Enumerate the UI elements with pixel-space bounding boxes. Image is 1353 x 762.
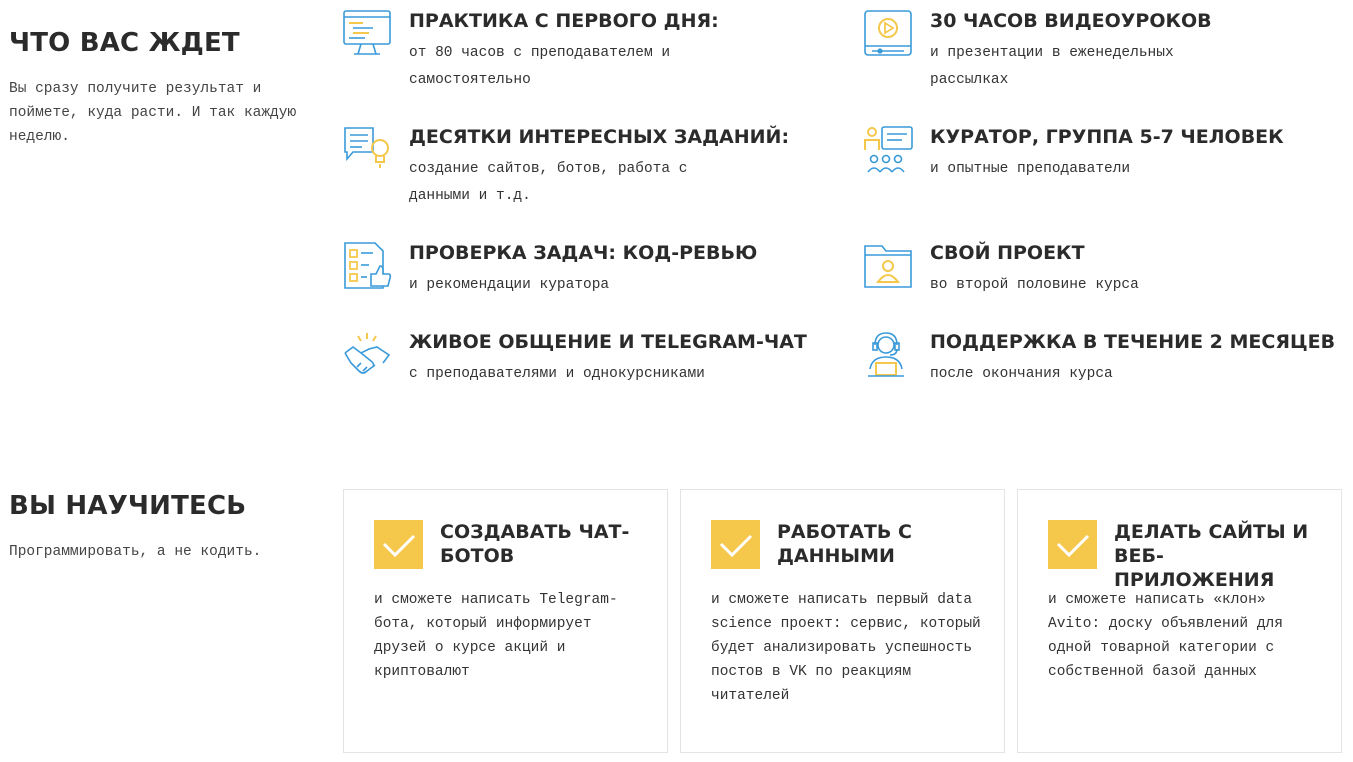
- feature-title: ПРАКТИКА С ПЕРВОГО ДНЯ:: [409, 10, 719, 32]
- feature-desc: создание сайтов, ботов, работа с данными…: [409, 161, 688, 204]
- check-icon: [1048, 520, 1097, 569]
- feature-desc: с преподавателями и однокурсниками: [409, 366, 705, 382]
- skill-card-desc: и сможете написать Telegram-бота, которы…: [374, 592, 618, 680]
- feature-title: ЖИВОЕ ОБЩЕНИЕ И TELEGRAM-ЧАТ: [409, 331, 807, 353]
- section-subtitle-you-will-learn: Программировать, а не кодить.: [9, 544, 262, 560]
- skill-card-data: РАБОТАТЬ С ДАННЫМИ и сможете написать пе…: [680, 489, 1005, 753]
- skill-card-websites: ДЕЛАТЬ САЙТЫ И ВЕБ-ПРИЛОЖЕНИЯ и сможете …: [1017, 489, 1342, 753]
- section-title-you-will-learn: ВЫ НАУЧИТЕСЬ: [9, 491, 247, 521]
- feature-title: ДЕСЯТКИ ИНТЕРЕСНЫХ ЗАДАНИЙ:: [409, 126, 790, 148]
- skill-card-chatbots: СОЗДАВАТЬ ЧАТ-БОТОВ и сможете написать T…: [343, 489, 668, 753]
- monitor-code-icon: [343, 10, 395, 62]
- skill-card-desc: и сможете написать «клон» Avito: доску о…: [1048, 592, 1283, 680]
- check-icon: [711, 520, 760, 569]
- feature-title: 30 ЧАСОВ ВИДЕОУРОКОВ: [930, 10, 1212, 32]
- video-player-icon: [864, 10, 916, 62]
- check-icon: [374, 520, 423, 569]
- feature-title: ПОДДЕРЖКА В ТЕЧЕНИЕ 2 МЕСЯЦЕВ: [930, 331, 1336, 353]
- feature-title: КУРАТОР, ГРУППА 5-7 ЧЕЛОВЕК: [930, 126, 1284, 148]
- feature-title: СВОЙ ПРОЕКТ: [930, 242, 1085, 264]
- feature-desc: и презентации в еженедельных рассылках: [930, 45, 1174, 88]
- section-title-what-awaits: ЧТО ВАС ЖДЕТ: [9, 28, 240, 58]
- skill-card-title: СОЗДАВАТЬ ЧАТ-БОТОВ: [440, 521, 630, 567]
- handshake-icon: [343, 331, 395, 383]
- curator-group-icon: [864, 126, 916, 178]
- skill-card-desc: и сможете написать первый data science п…: [711, 592, 981, 704]
- feature-desc: и рекомендации куратора: [409, 277, 610, 293]
- feature-desc: во второй половине курса: [930, 277, 1139, 293]
- skill-card-title: РАБОТАТЬ С ДАННЫМИ: [777, 521, 912, 567]
- chat-idea-icon: [343, 126, 395, 178]
- feature-desc: и опытные преподаватели: [930, 161, 1131, 177]
- skill-card-title: ДЕЛАТЬ САЙТЫ И ВЕБ-ПРИЛОЖЕНИЯ: [1114, 521, 1309, 591]
- section-subtitle-what-awaits: Вы сразу получите результат и поймете, к…: [9, 81, 297, 145]
- feature-desc: после окончания курса: [930, 366, 1113, 382]
- feature-title: ПРОВЕРКА ЗАДАЧ: КОД-РЕВЬЮ: [409, 242, 758, 264]
- headset-support-icon: [864, 331, 916, 383]
- checklist-thumb-icon: [343, 242, 395, 294]
- folder-profile-icon: [864, 242, 916, 294]
- feature-desc: от 80 часов с преподавателем и самостоят…: [409, 45, 671, 88]
